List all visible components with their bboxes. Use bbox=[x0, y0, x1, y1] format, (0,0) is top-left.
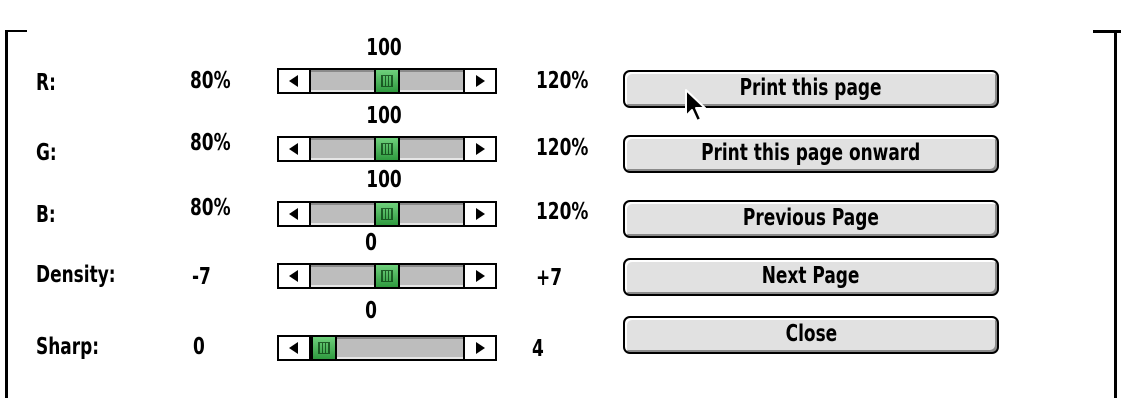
left-arrow-icon[interactable] bbox=[279, 138, 311, 160]
sharp-min-label: 0 bbox=[193, 334, 205, 360]
r-slider[interactable] bbox=[277, 68, 497, 94]
density-max-label: +7 bbox=[536, 265, 563, 291]
b-slider-thumb[interactable] bbox=[374, 201, 400, 227]
dialog-frame-right bbox=[1114, 30, 1117, 398]
b-label: B: bbox=[36, 202, 56, 228]
right-arrow-icon[interactable] bbox=[463, 70, 495, 92]
left-arrow-icon[interactable] bbox=[279, 265, 311, 287]
next-page-label: Next Page bbox=[762, 263, 860, 289]
r-max-label: 120% bbox=[536, 68, 589, 94]
density-slider[interactable] bbox=[277, 263, 497, 289]
sharp-slider[interactable] bbox=[277, 335, 497, 361]
b-min-label: 80% bbox=[190, 195, 231, 221]
right-arrow-icon[interactable] bbox=[463, 203, 495, 225]
close-label: Close bbox=[785, 321, 837, 347]
print-this-page-label: Print this page bbox=[740, 75, 882, 101]
g-slider[interactable] bbox=[277, 136, 497, 162]
left-arrow-icon[interactable] bbox=[279, 203, 311, 225]
g-max-label: 120% bbox=[536, 135, 589, 161]
dialog-frame-left bbox=[5, 30, 8, 398]
b-value-label: 100 bbox=[366, 167, 402, 193]
right-arrow-icon[interactable] bbox=[463, 265, 495, 287]
b-max-label: 120% bbox=[536, 199, 589, 225]
previous-page-label: Previous Page bbox=[743, 205, 879, 231]
b-slider[interactable] bbox=[277, 201, 497, 227]
right-arrow-icon[interactable] bbox=[463, 138, 495, 160]
g-label: G: bbox=[36, 140, 57, 166]
left-arrow-icon[interactable] bbox=[279, 70, 311, 92]
left-arrow-icon[interactable] bbox=[279, 337, 311, 359]
print-this-page-onward-button[interactable]: Print this page onward bbox=[623, 135, 999, 173]
g-min-label: 80% bbox=[190, 130, 231, 156]
right-arrow-icon[interactable] bbox=[463, 337, 495, 359]
r-slider-thumb[interactable] bbox=[374, 68, 400, 94]
density-value-label: 0 bbox=[365, 230, 377, 256]
density-min-label: -7 bbox=[192, 264, 211, 290]
g-value-label: 100 bbox=[366, 103, 402, 129]
r-value-label: 100 bbox=[366, 35, 402, 61]
sharp-max-label: 4 bbox=[532, 336, 544, 362]
density-label: Density: bbox=[36, 262, 116, 288]
print-this-page-button[interactable]: Print this page bbox=[623, 70, 999, 108]
previous-page-button[interactable]: Previous Page bbox=[623, 200, 999, 238]
print-this-page-onward-label: Print this page onward bbox=[701, 140, 921, 166]
next-page-button[interactable]: Next Page bbox=[623, 258, 999, 296]
r-min-label: 80% bbox=[190, 68, 231, 94]
sharp-label: Sharp: bbox=[36, 334, 100, 360]
g-slider-thumb[interactable] bbox=[374, 136, 400, 162]
close-button[interactable]: Close bbox=[623, 316, 999, 354]
sharp-value-label: 0 bbox=[365, 298, 377, 324]
r-label: R: bbox=[36, 70, 56, 96]
arrow-cursor-icon bbox=[685, 89, 706, 122]
density-slider-thumb[interactable] bbox=[374, 263, 400, 289]
print-settings-dialog: 100 R: 80% 120% 100 G: 80% 120% 100 B: 8… bbox=[0, 0, 1121, 398]
dialog-frame-top bbox=[5, 30, 27, 32]
sharp-slider-thumb[interactable] bbox=[311, 335, 337, 361]
